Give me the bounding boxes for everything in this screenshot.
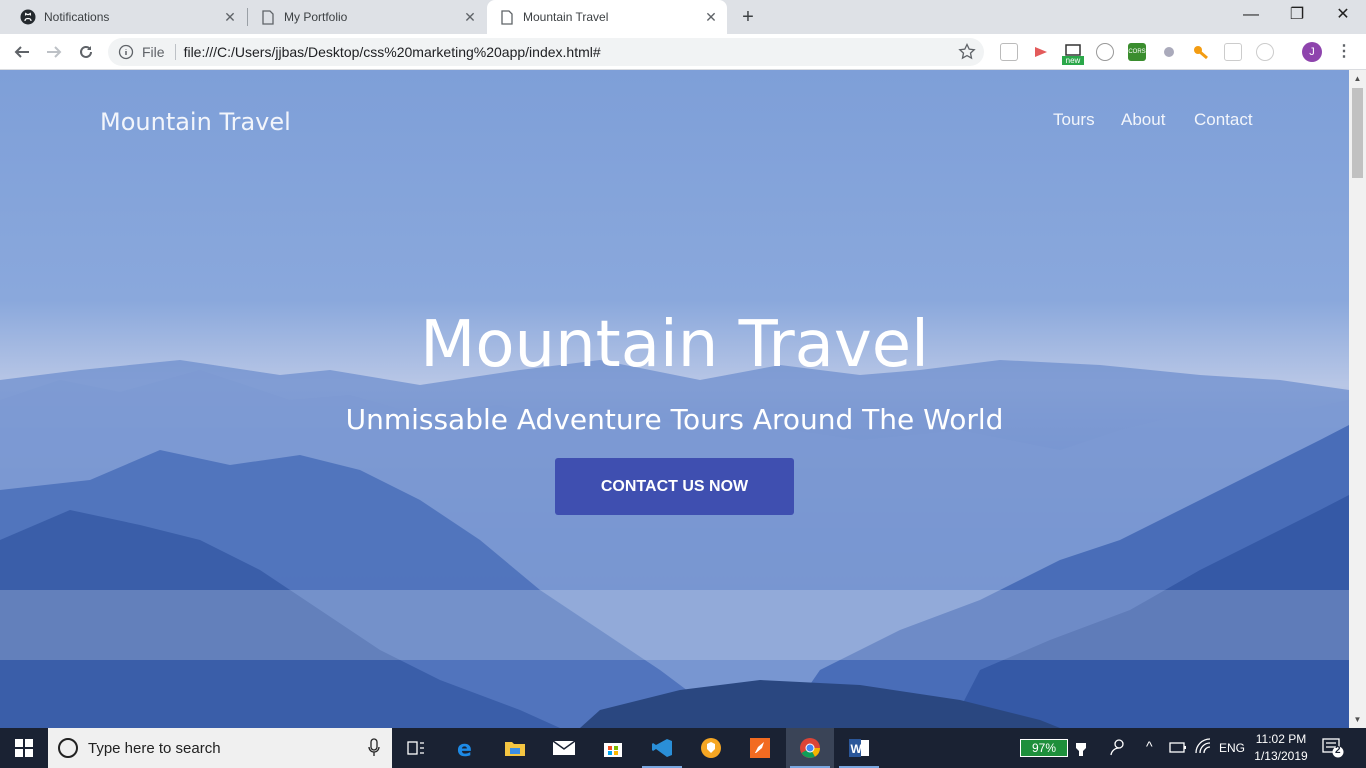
close-window-icon[interactable]: ✕ [1320, 0, 1366, 32]
taskbar-search-box[interactable]: Type here to search [48, 728, 392, 768]
tab-label: Notifications [44, 10, 110, 24]
new-badge-icon[interactable]: new [1062, 43, 1084, 65]
word-icon[interactable]: W [835, 728, 883, 768]
page-icon [499, 9, 515, 25]
url-text[interactable]: file:///C:/Users/jjbas/Desktop/css%20mar… [184, 44, 601, 60]
address-bar[interactable]: File file:///C:/Users/jjbas/Desktop/css%… [108, 38, 984, 66]
hero-title: Mountain Travel [420, 308, 929, 382]
page-scrollbar[interactable]: ▲ ▼ [1349, 70, 1366, 728]
minimize-icon[interactable]: — [1228, 0, 1274, 32]
mountain-background-image [0, 360, 1349, 728]
windows-taskbar: Type here to search e W 97% ^ ENG 11:02 … [0, 728, 1366, 768]
onetab-icon[interactable] [1096, 43, 1114, 61]
scrollbar-thumb[interactable] [1352, 88, 1363, 178]
file-explorer-icon[interactable] [491, 728, 539, 768]
info-icon[interactable] [118, 44, 134, 60]
forward-icon[interactable] [42, 40, 66, 64]
scheme-label: File [142, 44, 165, 60]
tab-label: My Portfolio [284, 10, 348, 24]
battery-tray-icon[interactable] [1168, 738, 1188, 759]
pocket-icon[interactable] [1000, 43, 1018, 61]
contact-us-button[interactable]: CONTACT US NOW [555, 458, 794, 515]
back-icon[interactable] [10, 40, 34, 64]
browser-menu-icon[interactable]: ⋮ [1336, 42, 1352, 62]
key-icon[interactable] [1192, 43, 1210, 61]
svg-text:W: W [851, 742, 863, 756]
clock-date: 1/13/2019 [1254, 749, 1308, 763]
notification-count: 2 [1335, 745, 1341, 756]
search-placeholder: Type here to search [88, 739, 221, 757]
show-hidden-icons-chevron-icon[interactable]: ^ [1146, 738, 1153, 754]
browser-toolbar: File file:///C:/Users/jjbas/Desktop/css%… [0, 34, 1366, 70]
mail-icon[interactable] [540, 728, 588, 768]
people-icon[interactable] [1108, 738, 1126, 759]
wifi-icon[interactable] [1194, 738, 1212, 759]
scroll-up-icon[interactable]: ▲ [1353, 74, 1362, 83]
brave-icon[interactable] [687, 728, 735, 768]
puzzle-icon[interactable] [1160, 43, 1178, 61]
nav-link-about[interactable]: About [1121, 110, 1165, 130]
readmore-icon[interactable] [1032, 43, 1050, 61]
tab-notifications[interactable]: Notifications ✕ [0, 0, 246, 34]
clock-time: 11:02 PM [1255, 732, 1307, 746]
restore-icon[interactable]: ❐ [1274, 0, 1320, 32]
ghost-icon[interactable] [1256, 43, 1274, 61]
svg-text:e: e [457, 737, 472, 759]
page-viewport: Mountain Travel Tours About Contact Moun… [0, 70, 1349, 728]
power-plug-icon[interactable] [1076, 738, 1086, 759]
tab-label: Mountain Travel [523, 10, 609, 24]
profile-avatar[interactable]: J [1302, 42, 1322, 62]
tab-strip: Notifications ✕ My Portfolio ✕ Mountain … [0, 0, 1366, 34]
cortana-icon [58, 738, 78, 758]
github-icon [20, 9, 36, 25]
rocket-app-icon[interactable] [736, 728, 784, 768]
nav-link-tours[interactable]: Tours [1053, 110, 1095, 130]
close-tab-icon[interactable]: ✕ [462, 9, 478, 25]
edge-browser-icon[interactable]: e [442, 728, 490, 768]
chrome-icon[interactable] [786, 728, 834, 768]
scroll-down-icon[interactable]: ▼ [1353, 715, 1362, 724]
cors-icon[interactable]: CORS [1128, 43, 1146, 61]
vscode-icon[interactable] [638, 728, 686, 768]
bookmark-star-icon[interactable] [958, 43, 976, 61]
qr-icon[interactable] [1224, 43, 1242, 61]
task-view-icon[interactable] [392, 728, 440, 768]
nav-link-contact[interactable]: Contact [1194, 110, 1253, 130]
hero-subtitle: Unmissable Adventure Tours Around The Wo… [345, 403, 1004, 436]
reload-icon[interactable] [74, 40, 98, 64]
site-brand[interactable]: Mountain Travel [100, 108, 291, 136]
microphone-icon[interactable] [368, 738, 380, 758]
new-tab-icon[interactable]: + [736, 5, 760, 29]
close-tab-icon[interactable]: ✕ [703, 9, 719, 25]
tab-mountain-travel[interactable]: Mountain Travel ✕ [487, 0, 727, 34]
battery-indicator[interactable]: 97% [1020, 739, 1068, 757]
windows-start-icon[interactable] [0, 728, 48, 768]
action-center-icon[interactable]: 2 [1322, 738, 1344, 761]
tab-my-portfolio[interactable]: My Portfolio ✕ [240, 0, 486, 34]
close-tab-icon[interactable]: ✕ [222, 9, 238, 25]
address-divider [174, 44, 176, 60]
page-icon [260, 9, 276, 25]
system-clock[interactable]: 11:02 PM 1/13/2019 [1248, 731, 1314, 765]
new-badge: new [1062, 56, 1084, 65]
language-indicator[interactable]: ENG [1219, 741, 1245, 755]
store-icon[interactable] [589, 728, 637, 768]
